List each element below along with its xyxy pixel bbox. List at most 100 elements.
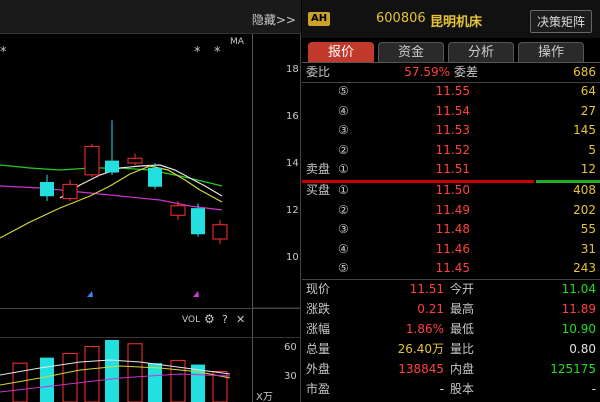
- book-volume: 202: [573, 202, 596, 217]
- book-volume: 27: [580, 103, 596, 118]
- tab-analysis[interactable]: 分析: [448, 42, 514, 62]
- hide-button[interactable]: 隐藏>>: [252, 11, 296, 28]
- quote-label: 市盈: [306, 382, 331, 396]
- book-volume: 12: [580, 162, 596, 176]
- book-volume: 5: [588, 142, 596, 157]
- book-price: 11.48: [435, 222, 470, 236]
- vol-label: VOL: [182, 315, 200, 325]
- quote-label: 内盘: [450, 362, 475, 376]
- decision-matrix-button[interactable]: 决策矩阵: [529, 10, 592, 33]
- quote-value: 0.21: [417, 302, 444, 316]
- candle-body: [127, 157, 143, 164]
- book-level: ④: [338, 241, 349, 256]
- volume-bar: [84, 346, 100, 402]
- ma-line-magenta: [0, 185, 223, 211]
- quote-row: 市盈 - 股本 -: [302, 380, 600, 399]
- book-price: 11.52: [435, 142, 470, 157]
- quote-label: 涨幅: [306, 322, 331, 336]
- quote-value: 11.04: [561, 282, 596, 296]
- quote-row: 总量 26.40万 量比 0.80: [302, 340, 600, 359]
- stock-code: 600806: [376, 11, 426, 26]
- book-volume: 243: [573, 261, 596, 275]
- quote-value: -: [439, 382, 444, 396]
- volume-bar: [62, 352, 78, 402]
- book-level: ③: [338, 123, 349, 137]
- book-side-label: 卖盘: [306, 162, 331, 176]
- star-marker: *: [194, 45, 201, 60]
- quote-value: 0.80: [569, 342, 596, 356]
- order-ratio-row: 委比 57.59% 委差 686: [302, 63, 600, 82]
- quote-row: 外盘 138845 内盘 125175: [302, 360, 600, 379]
- book-level: ②: [338, 202, 349, 217]
- book-price: 11.49: [435, 202, 470, 217]
- quote-label: 最低: [450, 322, 475, 336]
- book-price: 11.54: [435, 103, 470, 118]
- book-volume: 408: [573, 183, 596, 197]
- order-diff-label: 委差: [454, 65, 479, 79]
- gear-icon[interactable]: ⚙: [204, 312, 215, 326]
- book-price: 11.51: [435, 162, 470, 176]
- ah-badge[interactable]: AH: [308, 12, 331, 26]
- book-level: ③: [338, 222, 349, 236]
- candle-body: [212, 224, 228, 240]
- book-level: ⑤: [338, 84, 349, 98]
- quote-value: 138845: [398, 362, 444, 376]
- tab-funds[interactable]: 资金: [378, 42, 444, 62]
- quote-label: 股本: [450, 382, 475, 396]
- stock-name: 昆明机床: [430, 15, 483, 30]
- quote-value: 11.89: [561, 302, 596, 316]
- bid-row[interactable]: 买盘 ① 11.50 408: [302, 181, 600, 200]
- volume-bar: [105, 340, 119, 402]
- bid-row[interactable]: ③ 11.48 55: [302, 220, 600, 239]
- bid-row[interactable]: ② 11.49 202: [302, 201, 600, 220]
- book-price: 11.53: [435, 123, 470, 137]
- candle-body: [148, 167, 162, 187]
- order-diff-value: 686: [573, 65, 596, 79]
- order-ratio-label: 委比: [306, 65, 331, 79]
- candle-body: [84, 145, 100, 176]
- quote-tabs: 报价 资金 分析 操作: [302, 40, 600, 62]
- book-level: ①: [338, 183, 349, 197]
- book-side-label: 买盘: [306, 183, 331, 197]
- candles: [40, 120, 228, 244]
- quote-value: 26.40万: [397, 342, 444, 356]
- tab-quote[interactable]: 报价: [308, 42, 374, 62]
- book-level: ④: [338, 103, 349, 118]
- book-price: 11.45: [435, 261, 470, 275]
- book-volume: 64: [580, 84, 596, 98]
- ask-row[interactable]: ③ 11.53 145: [302, 121, 600, 140]
- quote-panel: AH 600806 昆明机床 决策矩阵 报价 资金 分析 操作 委比 57.59…: [302, 0, 600, 402]
- close-icon[interactable]: ✕: [236, 313, 245, 326]
- candle-body: [191, 208, 205, 235]
- book-volume: 145: [573, 123, 596, 137]
- bid-row[interactable]: ⑤ 11.45 243: [302, 259, 600, 278]
- volume-bar: [40, 357, 54, 402]
- y-tick-label: 12: [286, 205, 299, 216]
- vol-tick-label: 60: [284, 342, 297, 353]
- y-tick-label: 18: [286, 64, 299, 75]
- book-level: ①: [338, 162, 349, 176]
- candle-body: [105, 160, 119, 173]
- ask-row[interactable]: ④ 11.54 27: [302, 102, 600, 121]
- marker-triangle: [87, 291, 93, 297]
- kline-chart[interactable]: 18 16 14 12 10 MA * * * VOL ⚙ ? ✕ 60 30 …: [0, 0, 301, 402]
- ask-row[interactable]: 卖盘 ① 11.51 12: [302, 160, 600, 179]
- y-tick-label: 16: [286, 111, 299, 122]
- ask-row[interactable]: ⑤ 11.55 64: [302, 82, 600, 101]
- candle-body: [40, 182, 54, 197]
- book-price: 11.50: [435, 183, 470, 197]
- help-icon[interactable]: ?: [222, 313, 228, 326]
- bid-row[interactable]: ④ 11.46 31: [302, 240, 600, 259]
- ask-row[interactable]: ② 11.52 5: [302, 141, 600, 160]
- tab-operation[interactable]: 操作: [518, 42, 584, 62]
- quote-label: 总量: [306, 342, 331, 356]
- quote-row: 现价 11.51 今开 11.04: [302, 280, 600, 299]
- quote-row: 涨跌 0.21 最高 11.89: [302, 300, 600, 319]
- quote-value: -: [591, 382, 596, 396]
- ma-label: MA: [230, 37, 245, 47]
- book-level: ⑤: [338, 261, 349, 275]
- star-marker: *: [214, 45, 221, 60]
- candle-body: [62, 183, 78, 200]
- quote-label: 最高: [450, 302, 475, 316]
- candle-body: [170, 205, 186, 216]
